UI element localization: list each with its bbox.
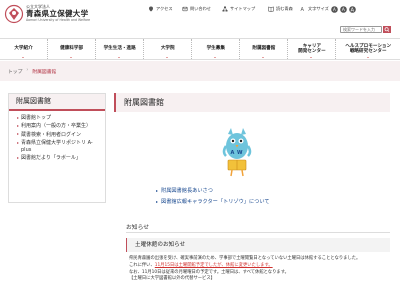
sidebar-item-label: 利用案内（一般の方・卒業生）: [21, 123, 92, 130]
text-size-small-button[interactable]: A: [331, 5, 338, 13]
mascot-torizo-icon: A W: [222, 128, 252, 177]
nav-item-health-promotion[interactable]: ヘルスプロモーション 戦略研究センター: [336, 39, 400, 59]
utility-sitemap-link[interactable]: サイトマップ: [222, 5, 255, 13]
logo-main-text: 青森県立保健大学: [26, 9, 89, 18]
phone-icon: [182, 6, 188, 12]
breadcrumb-current: 附属図書館: [32, 70, 57, 75]
notice-divider: [126, 232, 390, 233]
utility-contact-link[interactable]: 問い合わせ: [182, 5, 211, 13]
nav-label: 健康科学部: [60, 46, 84, 52]
utility-label: 文字サイズ: [308, 6, 329, 11]
notice-body: 県民青森園の出張を受け、確実事前演のため、学事部で土曜閲覧日となっていない土曜日…: [129, 256, 391, 283]
arrow-right-icon: [17, 116, 19, 119]
map-pin-icon: [149, 6, 153, 12]
sidebar-item-library-top[interactable]: 図書館トップ: [17, 115, 101, 121]
page-title: 附属図書館: [114, 93, 390, 112]
utility-label: アクセス: [156, 6, 173, 11]
book-icon: [268, 6, 274, 12]
notice-line-2-prefix: これに伴い、: [129, 262, 155, 268]
chevron-down-icon: [366, 57, 369, 58]
svg-text:A: A: [301, 7, 305, 12]
text-size-medium-button[interactable]: A: [340, 5, 347, 13]
arrow-right-icon: [17, 156, 19, 159]
nav-item-student-life[interactable]: 学生生活・進路: [96, 39, 145, 59]
arrow-right-icon: [156, 200, 158, 203]
chevron-down-icon: [214, 57, 217, 58]
arrow-right-icon: [17, 141, 19, 144]
sidebar-list: 図書館トップ 利用案内（一般の方・卒業生） 蔵書検索・利用者ログイン 青森県立保…: [9, 111, 105, 161]
arrow-right-icon: [156, 189, 158, 192]
nav-label: ヘルスプロモーション 戦略研究センター: [345, 43, 392, 55]
notice-line-4: 【土曜日に大学図書館以外の代替サービス】: [129, 276, 215, 282]
breadcrumb-band: [0, 61, 400, 81]
nav-item-graduate[interactable]: 大学院: [144, 39, 193, 59]
utility-access-link[interactable]: アクセス: [148, 5, 173, 13]
logo-english-text: Aomori University of Health and Welfare: [26, 18, 91, 22]
svg-text:W: W: [237, 150, 243, 156]
sidebar-item-label: 図書館だより「ラボール」: [21, 155, 81, 162]
university-name[interactable]: 公立大学法人 青森県立保健大学 Aomori University of Hea…: [26, 4, 90, 22]
breadcrumb-separator: ›: [26, 68, 29, 73]
arrow-right-icon: [17, 133, 19, 136]
nav-item-about[interactable]: 大学紹介: [0, 39, 49, 59]
nav-item-career[interactable]: キャリア 開発センター: [288, 39, 337, 59]
sidebar-item-label: 青森県立保健大学リポジトリ A-plus: [21, 140, 93, 153]
link-label: 附属図書館長あいさつ: [161, 188, 213, 194]
nav-label: 大学紹介: [14, 46, 33, 52]
search-icon[interactable]: [383, 26, 391, 33]
university-logo-icon[interactable]: [4, 4, 24, 24]
notice-line-1: 県民青森園の出張を受け、確実事前演のため、学事部で土曜閲覧日となっていない土曜日…: [129, 256, 361, 261]
nav-item-faculty[interactable]: 健康科学部: [48, 39, 97, 59]
svg-text:A: A: [333, 7, 336, 12]
chevron-down-icon: [166, 57, 169, 58]
sitemap-icon: [222, 6, 228, 12]
breadcrumb: トップ › 附属図書館: [8, 68, 56, 75]
utility-read-link[interactable]: 読む青森: [268, 5, 293, 13]
utility-label: 問い合わせ: [190, 6, 211, 11]
svg-text:A: A: [350, 7, 354, 13]
nav-label: 附属図書館: [252, 46, 276, 52]
sidebar-item-repository[interactable]: 青森県立保健大学リポジトリ A-plus: [17, 140, 101, 153]
link-director-greeting[interactable]: 附属図書館長あいさつ: [156, 188, 270, 195]
notice-heading: お知らせ: [126, 225, 150, 231]
notice-alert-text: 11月15日は土曜開館予定でしたが、休館に変更いたします。: [154, 262, 273, 268]
sidebar-item-newsletter[interactable]: 図書館だより「ラボール」: [17, 155, 101, 161]
chevron-down-icon: [310, 57, 313, 58]
link-mascot-torizo[interactable]: 図書館広報キャラクター「トリゾウ」について: [156, 199, 270, 206]
text-size-large-button[interactable]: A: [349, 5, 356, 13]
sidebar: 附属図書館 図書館トップ 利用案内（一般の方・卒業生） 蔵書検索・利用者ログイン…: [8, 93, 106, 203]
search-input[interactable]: [340, 26, 382, 33]
chevron-down-icon: [118, 57, 121, 58]
global-nav: 大学紹介 健康科学部 学生生活・進路 大学院 学生募集 附属図書館 キャリア 開…: [0, 38, 400, 60]
utility-label: 読む青森: [276, 6, 293, 11]
nav-item-library[interactable]: 附属図書館: [240, 39, 289, 59]
sidebar-item-catalog-search[interactable]: 蔵書検索・利用者ログイン: [17, 132, 101, 138]
sidebar-title: 附属図書館: [9, 94, 105, 111]
nav-label: キャリア 開発センター: [298, 43, 326, 55]
site-header: 公立大学法人 青森県立保健大学 Aomori University of Hea…: [0, 0, 400, 36]
chevron-down-icon: [262, 57, 265, 58]
sidebar-item-label: 図書館トップ: [21, 115, 52, 121]
library-links: 附属図書館長あいさつ 図書館広報キャラクター「トリゾウ」について: [156, 188, 270, 210]
notice-line-2: これに伴い、11月15日は土曜開館予定でしたが、休館に変更いたします。: [129, 263, 391, 270]
nav-label: 学生募集: [206, 46, 225, 52]
nav-label: 学生生活・進路: [103, 46, 136, 52]
link-label: 図書館広報キャラクター「トリゾウ」について: [161, 199, 270, 205]
sidebar-item-label: 蔵書検索・利用者ログイン: [21, 131, 82, 138]
utility-label: サイトマップ: [230, 6, 256, 11]
notice-line-2-alert: 11月15日は土曜開館予定でしたが、休館に変更いたします。: [155, 263, 273, 268]
sidebar-item-guide[interactable]: 利用案内（一般の方・卒業生）: [17, 123, 101, 129]
notice-title: 土曜休館のお知らせ: [126, 238, 390, 252]
arrow-right-icon: [17, 125, 19, 127]
chevron-down-icon: [22, 57, 25, 58]
nav-item-admissions[interactable]: 学生募集: [192, 39, 241, 59]
nav-label: 大学院: [160, 46, 175, 52]
utility-text-size: A 文字サイズ A A A: [300, 5, 356, 13]
breadcrumb-home[interactable]: トップ: [8, 68, 22, 75]
svg-text:A: A: [231, 150, 235, 156]
chevron-down-icon: [70, 57, 73, 58]
text-size-icon: A: [301, 7, 305, 12]
